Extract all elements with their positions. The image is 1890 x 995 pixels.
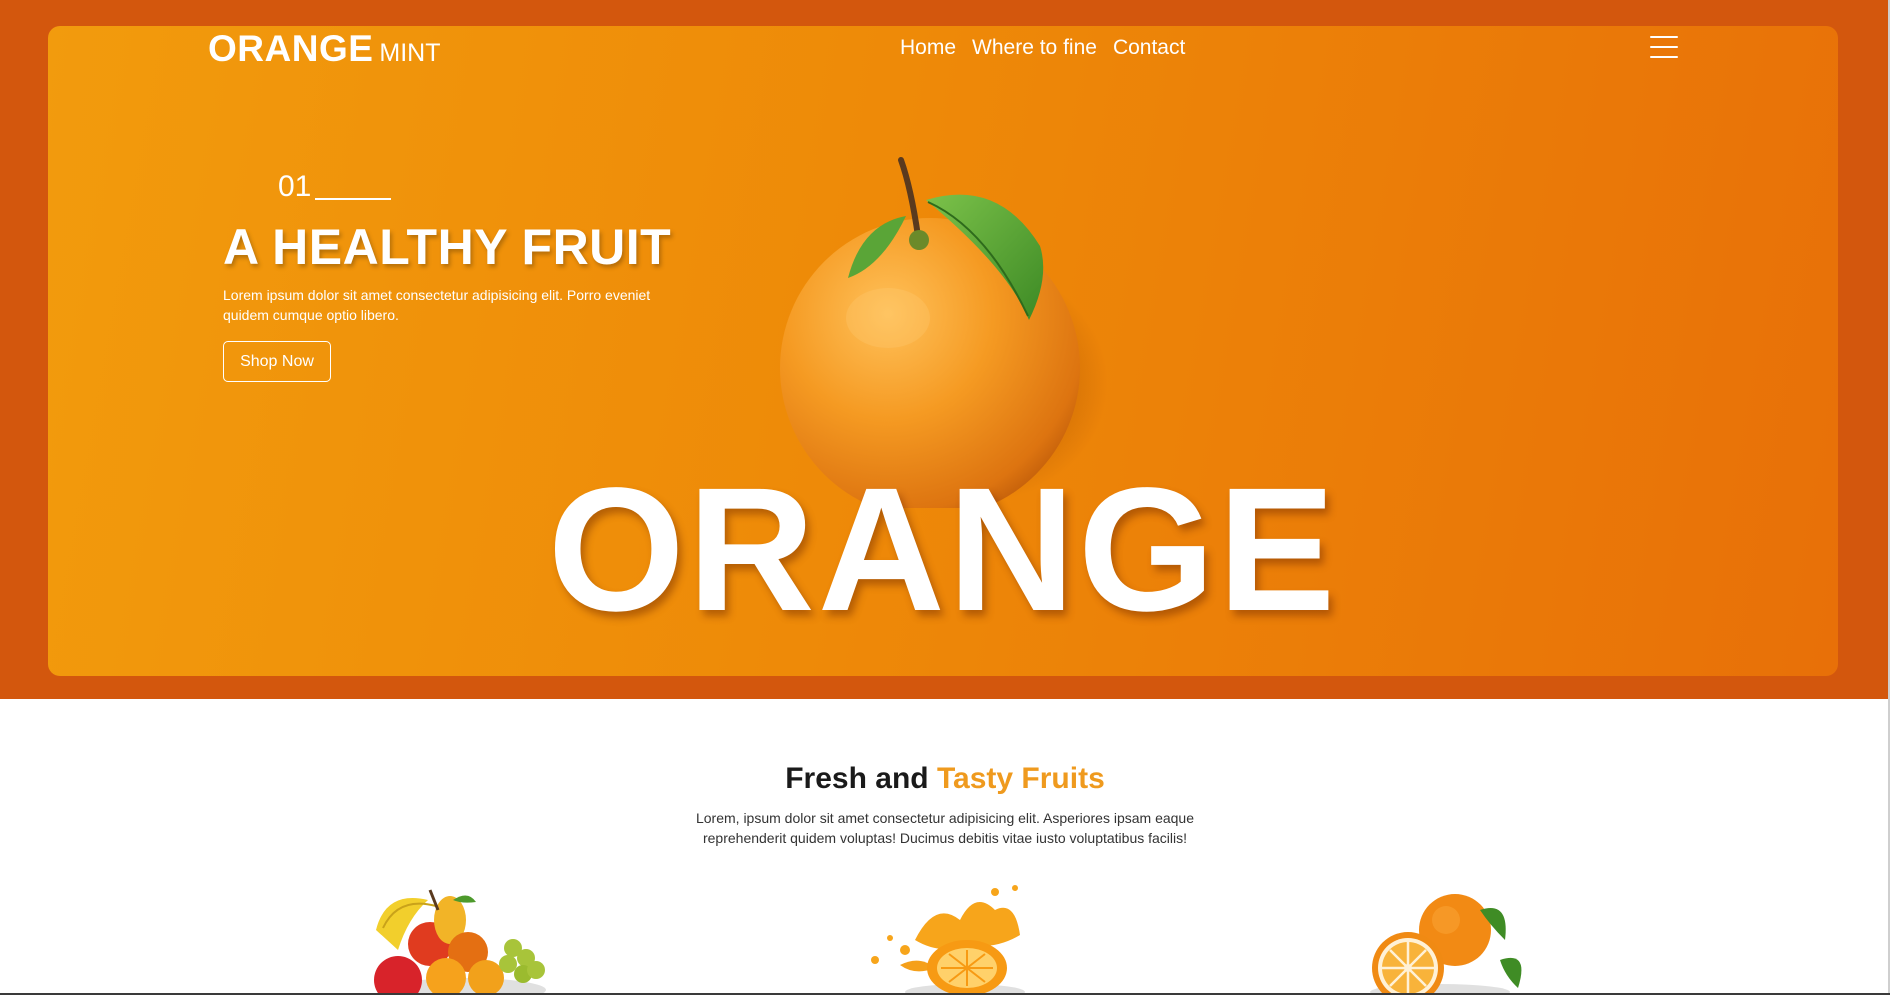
menu-icon-bar — [1650, 36, 1678, 38]
nav-link-home[interactable]: Home — [900, 36, 956, 60]
logo-sub: MINT — [379, 39, 441, 67]
logo[interactable]: ORANGE MINT — [208, 28, 441, 70]
section-description: Lorem, ipsum dolor sit amet consectetur … — [695, 810, 1195, 846]
hero-card: ORANGE MINT Home Where to fine Contact 01… — [48, 26, 1838, 676]
section-title: Fresh and Tasty Fruits — [0, 762, 1890, 796]
slide-number-value: 01 — [278, 170, 312, 203]
section-title-plain: Fresh and — [785, 762, 929, 795]
section-title-accent: Tasty Fruits — [936, 762, 1105, 795]
slide-number: 01 — [278, 170, 392, 204]
hamburger-icon[interactable] — [1650, 36, 1678, 58]
menu-icon-bar — [1650, 46, 1678, 48]
slide-number-line — [315, 198, 392, 200]
shop-now-button[interactable]: Shop Now — [223, 341, 331, 382]
nav-link-where-to-find[interactable]: Where to fine — [972, 36, 1097, 60]
hero-headline: A HEALTHY FRUIT — [223, 219, 672, 275]
nav-link-contact[interactable]: Contact — [1113, 36, 1185, 60]
orange-juice-splash-image — [871, 885, 1025, 995]
mixed-fruits-image — [374, 889, 546, 995]
hero-big-word: ORANGE — [547, 452, 1339, 648]
main-nav: Home Where to fine Contact — [900, 36, 1185, 60]
orange-slices-image — [1370, 894, 1522, 995]
logo-main: ORANGE — [208, 28, 374, 69]
menu-icon-bar — [1650, 56, 1678, 58]
hero-description: Lorem ipsum dolor sit amet consectetur a… — [223, 287, 651, 323]
hero-band: ORANGE MINT Home Where to fine Contact 01… — [0, 0, 1890, 699]
